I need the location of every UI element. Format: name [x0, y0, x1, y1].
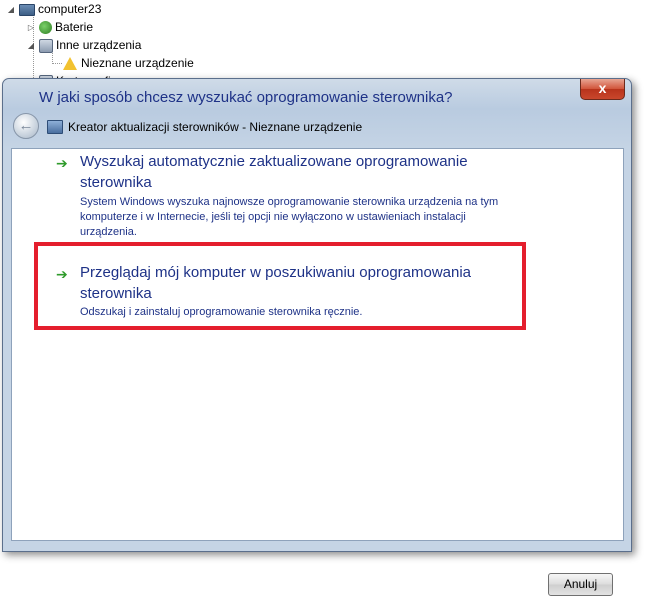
- collapse-arrow-icon[interactable]: ◢: [26, 37, 36, 55]
- green-arrow-icon: ➔: [56, 266, 68, 282]
- option-description: System Windows wyszuka najnowsze oprogra…: [80, 196, 499, 238]
- unknown-device-category-icon: [39, 38, 53, 53]
- green-arrow-icon: ➔: [56, 155, 68, 171]
- tree-item-label: Baterie: [55, 20, 94, 34]
- search-automatically-option[interactable]: ➔ Wyszukaj automatycznie zaktualizowane …: [38, 151, 518, 238]
- wizard-hardware-icon: [47, 120, 63, 134]
- collapse-arrow-icon[interactable]: ◢: [6, 1, 16, 19]
- option-description: Odszukaj i zainstaluj oprogramowanie ste…: [80, 306, 363, 318]
- tree-item-unknown-device[interactable]: Nieznane urządzenie: [60, 54, 194, 72]
- computer-icon: [19, 3, 35, 16]
- device-manager-tree: ◢ computer23 ▷ Baterie ◢ Inne urządzenia Ni…: [0, 0, 645, 90]
- browse-computer-option[interactable]: ➔ Przeglądaj mój komputer w poszukiwaniu…: [38, 262, 518, 322]
- battery-icon: [39, 21, 52, 35]
- tree-item-label: computer23: [38, 2, 102, 16]
- tree-item-batteries[interactable]: ▷ Baterie: [26, 18, 93, 36]
- tree-item-label: Inne urządzenia: [56, 38, 142, 52]
- cancel-button[interactable]: Anuluj: [548, 573, 613, 596]
- warning-icon: [63, 57, 77, 71]
- back-arrow-icon: ←: [18, 117, 34, 134]
- expand-arrow-icon[interactable]: ▷: [26, 19, 36, 37]
- option-title[interactable]: Wyszukaj automatycznie zaktualizowane op…: [80, 151, 510, 193]
- close-button[interactable]: x: [580, 79, 625, 100]
- option-title[interactable]: Przeglądaj mój komputer w poszukiwaniu o…: [80, 262, 510, 304]
- close-icon: x: [598, 80, 607, 96]
- tree-item-computer[interactable]: ◢ computer23: [6, 0, 101, 18]
- wizard-question: W jaki sposób chcesz wyszukać oprogramow…: [39, 89, 453, 106]
- window-title: Kreator aktualizacji sterowników - Niezn…: [68, 120, 363, 134]
- back-button[interactable]: ←: [13, 113, 39, 139]
- tree-item-label: Nieznane urządzenie: [81, 56, 194, 70]
- tree-item-other-devices[interactable]: ◢ Inne urządzenia: [26, 36, 141, 54]
- wizard-nav-bar: ← Kreator aktualizacji sterowników - Nie…: [11, 111, 621, 141]
